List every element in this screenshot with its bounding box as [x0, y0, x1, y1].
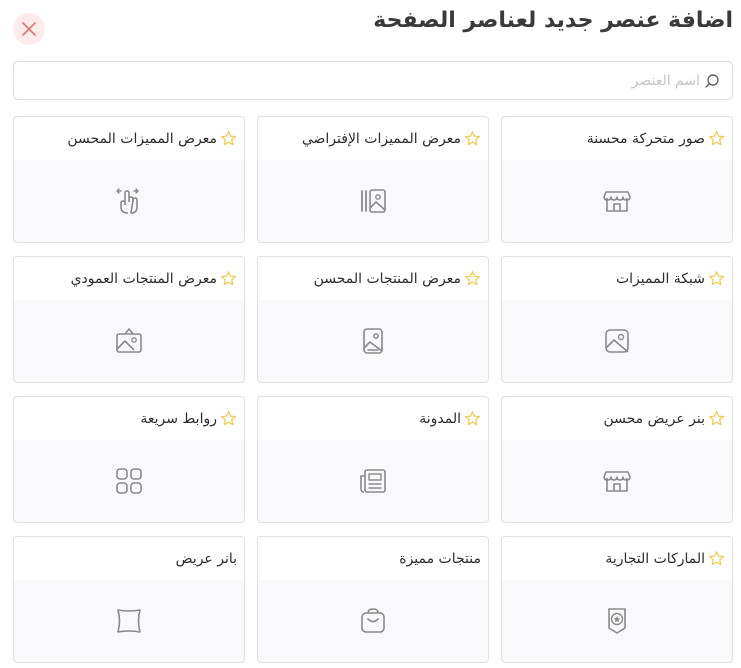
card-preview [258, 300, 488, 382]
card-label: منتجات مميزة [399, 550, 481, 567]
image-gallery-icon [361, 189, 386, 213]
element-card[interactable]: صور متحركة محسنة [501, 116, 733, 243]
star-icon[interactable] [708, 550, 725, 567]
card-header: الماركات التجارية [502, 537, 732, 580]
star-icon[interactable] [708, 270, 725, 287]
elements-grid: صور متحركة محسنة معرض المميزات الإفتراضي م… [0, 0, 741, 668]
card-preview [502, 580, 732, 662]
card-preview [502, 300, 732, 382]
element-card[interactable]: بانر عريض [13, 536, 245, 663]
card-header: معرض المميزات الإفتراضي [258, 117, 488, 160]
image-portrait-icon [363, 328, 383, 354]
star-icon[interactable] [220, 130, 237, 147]
card-label: شبكة المميزات [615, 270, 705, 287]
element-card[interactable]: منتجات مميزة [257, 536, 489, 663]
card-label: معرض المنتجات المحسن [313, 270, 461, 287]
card-label: المدونة [419, 410, 461, 427]
star-icon[interactable] [464, 410, 481, 427]
card-preview [14, 300, 244, 382]
card-preview [14, 160, 244, 242]
card-label: معرض المنتجات العمودي [70, 270, 217, 287]
star-icon[interactable] [220, 410, 237, 427]
card-header: منتجات مميزة [258, 537, 488, 580]
shopping-bag-icon [361, 608, 385, 633]
card-label: الماركات التجارية [605, 550, 705, 567]
newspaper-icon [360, 469, 386, 493]
card-preview [14, 580, 244, 662]
award-badge-icon [608, 608, 626, 634]
grid-icon [116, 468, 142, 494]
card-header: بانر عريض [14, 537, 244, 580]
element-card[interactable]: شبكة المميزات [501, 256, 733, 383]
star-icon[interactable] [464, 130, 481, 147]
card-preview [502, 160, 732, 242]
card-header: معرض المميزات المحسن [14, 117, 244, 160]
element-card[interactable]: معرض المنتجات المحسن [257, 256, 489, 383]
card-label: بنر عريض محسن [603, 410, 705, 427]
card-preview [258, 160, 488, 242]
card-header: شبكة المميزات [502, 257, 732, 300]
card-header: معرض المنتجات العمودي [14, 257, 244, 300]
card-header: صور متحركة محسنة [502, 117, 732, 160]
store-icon [603, 191, 631, 212]
star-icon[interactable] [708, 410, 725, 427]
card-label: معرض المميزات الإفتراضي [301, 130, 461, 147]
card-label: بانر عريض [175, 550, 237, 567]
store-icon [603, 471, 631, 492]
element-card[interactable]: روابط سريعة [13, 396, 245, 523]
card-label: معرض المميزات المحسن [67, 130, 217, 147]
banner-icon [117, 609, 141, 633]
star-icon[interactable] [708, 130, 725, 147]
card-label: صور متحركة محسنة [586, 130, 705, 147]
element-card[interactable]: الماركات التجارية [501, 536, 733, 663]
element-card[interactable]: معرض المميزات المحسن [13, 116, 245, 243]
star-icon[interactable] [220, 270, 237, 287]
card-header: المدونة [258, 397, 488, 440]
star-icon[interactable] [464, 270, 481, 287]
card-header: بنر عريض محسن [502, 397, 732, 440]
image-landscape-icon [116, 328, 142, 353]
card-preview [502, 440, 732, 522]
card-preview [258, 580, 488, 662]
element-card[interactable]: معرض المميزات الإفتراضي [257, 116, 489, 243]
card-label: روابط سريعة [140, 410, 217, 427]
card-header: روابط سريعة [14, 397, 244, 440]
card-header: معرض المنتجات المحسن [258, 257, 488, 300]
hand-swipe-icon [116, 188, 139, 214]
card-preview [258, 440, 488, 522]
element-card[interactable]: معرض المنتجات العمودي [13, 256, 245, 383]
element-card[interactable]: المدونة [257, 396, 489, 523]
image-square-icon [605, 329, 629, 353]
element-card[interactable]: بنر عريض محسن [501, 396, 733, 523]
card-preview [14, 440, 244, 522]
